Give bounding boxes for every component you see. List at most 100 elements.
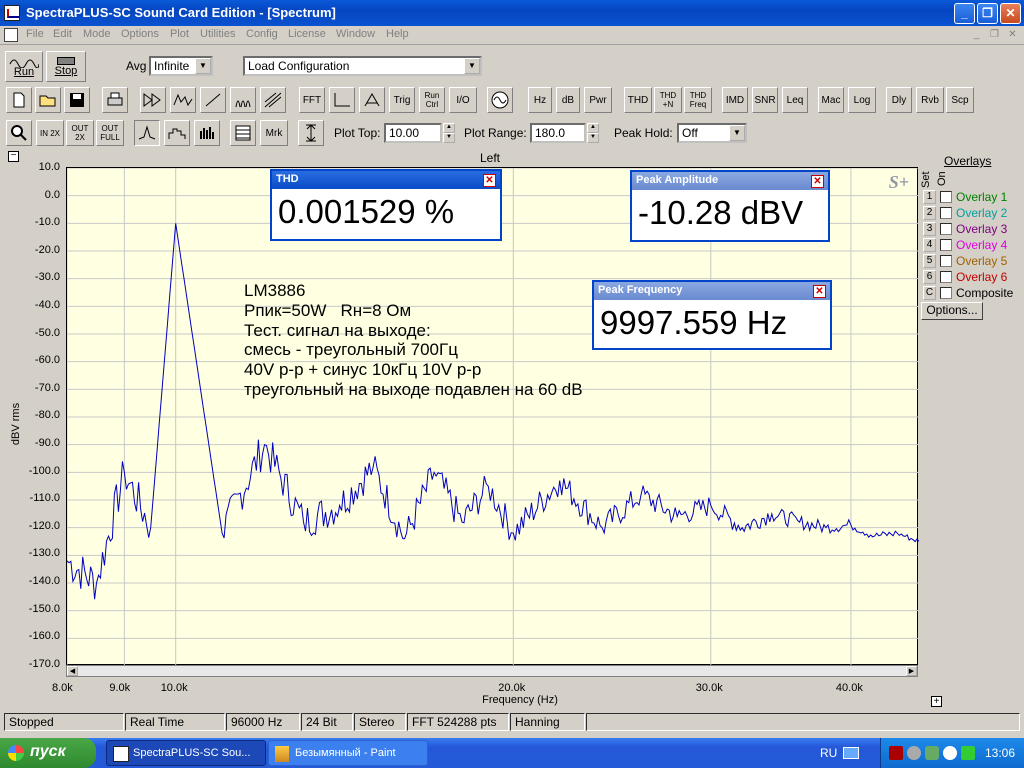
scp-button[interactable]: Scp: [946, 87, 974, 113]
task-spectraplus[interactable]: SpectraPLUS-SC Sou...: [106, 740, 266, 766]
dly-button[interactable]: Dly: [886, 87, 912, 113]
overlay-set-button[interactable]: 1: [923, 190, 936, 204]
hz-button[interactable]: Hz: [528, 87, 552, 113]
app-icon[interactable]: [4, 5, 20, 21]
peak-hold-select[interactable]: Off ▼: [677, 123, 747, 143]
spin-down-icon[interactable]: ▼: [443, 133, 455, 143]
menu-file[interactable]: File: [26, 28, 44, 40]
maximize-button[interactable]: ❐: [977, 3, 998, 24]
generator-button[interactable]: [487, 87, 513, 113]
scroll-right-icon[interactable]: ▶: [906, 666, 917, 676]
spin-up-icon[interactable]: ▲: [587, 123, 599, 133]
overlay-set-button[interactable]: 3: [923, 222, 936, 236]
new-button[interactable]: [6, 87, 32, 113]
minimize-button[interactable]: _: [954, 3, 975, 24]
spin-down-icon[interactable]: ▼: [587, 133, 599, 143]
task-paint[interactable]: Безымянный - Paint: [268, 740, 428, 766]
plot-range-input[interactable]: 180.0: [530, 123, 586, 143]
overlay-checkbox[interactable]: [940, 191, 952, 203]
zoom-in-2x-button[interactable]: IN 2X: [36, 120, 64, 146]
spin-up-icon[interactable]: ▲: [443, 123, 455, 133]
menu-window[interactable]: Window: [336, 28, 375, 40]
menu-license[interactable]: License: [288, 28, 326, 40]
overlay-checkbox[interactable]: [940, 255, 952, 267]
mac-button[interactable]: Mac: [818, 87, 844, 113]
snr-button[interactable]: SNR: [752, 87, 778, 113]
spectrogram-button[interactable]: [260, 87, 286, 113]
overlay-checkbox[interactable]: [940, 207, 952, 219]
overlay-set-button[interactable]: 6: [923, 270, 936, 284]
axis-button[interactable]: [329, 87, 355, 113]
leq-button[interactable]: Leq: [782, 87, 808, 113]
chevron-down-icon[interactable]: ▼: [464, 58, 480, 74]
menu-options[interactable]: Options: [121, 28, 159, 40]
menu-plot[interactable]: Plot: [170, 28, 189, 40]
horizontal-scrollbar[interactable]: ◀ ▶: [66, 665, 918, 677]
thd-freq-button[interactable]: THD Freq: [684, 87, 712, 113]
menu-utilities[interactable]: Utilities: [200, 28, 235, 40]
imd-button[interactable]: IMD: [722, 87, 748, 113]
chevron-down-icon[interactable]: ▼: [195, 58, 211, 74]
io-button[interactable]: I/O: [449, 87, 477, 113]
overlay-checkbox[interactable]: [940, 239, 952, 251]
tray-volume-icon[interactable]: [943, 746, 957, 760]
phase-button[interactable]: [359, 87, 385, 113]
mrk-button[interactable]: Mrk: [260, 120, 288, 146]
pwr-button[interactable]: Pwr: [584, 87, 612, 113]
keyboard-icon[interactable]: [843, 747, 859, 759]
avg-select[interactable]: Infinite ▼: [149, 56, 213, 76]
line-plot-button[interactable]: [134, 120, 160, 146]
thd-readout[interactable]: THD ✕ 0.001529 %: [270, 169, 502, 241]
bar-plot-button[interactable]: [194, 120, 220, 146]
language-indicator[interactable]: RU: [820, 746, 837, 760]
overlay-checkbox[interactable]: [940, 271, 952, 283]
menu-edit[interactable]: Edit: [53, 28, 72, 40]
overlay-set-button[interactable]: C: [923, 286, 936, 300]
mdi-restore-button[interactable]: ❐: [988, 29, 1001, 41]
thd-button[interactable]: THD: [624, 87, 652, 113]
log-button[interactable]: Log: [848, 87, 876, 113]
mdi-close-button[interactable]: ✕: [1006, 29, 1019, 41]
open-button[interactable]: [35, 87, 61, 113]
zoom-out-2x-button[interactable]: OUT 2X: [66, 120, 94, 146]
overlay-checkbox[interactable]: [940, 287, 952, 299]
mdi-minimize-button[interactable]: _: [970, 29, 983, 41]
octave-plot-button[interactable]: [164, 120, 190, 146]
peak-frequency-readout[interactable]: Peak Frequency ✕ 9997.559 Hz: [592, 280, 832, 350]
rvb-button[interactable]: Rvb: [916, 87, 944, 113]
overlay-set-button[interactable]: 4: [923, 238, 936, 252]
close-icon[interactable]: ✕: [813, 285, 826, 298]
fft-button[interactable]: FFT: [299, 87, 325, 113]
doc-icon[interactable]: [4, 28, 18, 42]
run-button[interactable]: Run: [5, 51, 43, 82]
overlay-set-button[interactable]: 2: [923, 206, 936, 220]
stop-button[interactable]: Stop: [46, 51, 86, 82]
waterfall-button[interactable]: [230, 87, 256, 113]
autoscale-button[interactable]: [298, 120, 324, 146]
thd-n-button[interactable]: THD +N: [654, 87, 682, 113]
trig-button[interactable]: Trig: [389, 87, 415, 113]
close-button[interactable]: ✕: [1000, 3, 1021, 24]
save-button[interactable]: [64, 87, 90, 113]
chevron-down-icon[interactable]: ▼: [729, 125, 745, 141]
overlay-set-button[interactable]: 5: [923, 254, 936, 268]
slope-button[interactable]: [200, 87, 226, 113]
plot-top-input[interactable]: 10.00: [384, 123, 442, 143]
menu-help[interactable]: Help: [386, 28, 409, 40]
options-button[interactable]: Options...: [921, 302, 983, 320]
zoom-out-full-button[interactable]: OUT FULL: [96, 120, 124, 146]
menu-mode[interactable]: Mode: [83, 28, 111, 40]
tray-network-icon[interactable]: [907, 746, 921, 760]
table-button[interactable]: [230, 120, 256, 146]
close-icon[interactable]: ✕: [483, 174, 496, 187]
db-button[interactable]: dB: [556, 87, 580, 113]
tray-usb-icon[interactable]: [961, 746, 975, 760]
config-select[interactable]: Load Configuration ▼: [243, 56, 482, 76]
scroll-left-icon[interactable]: ◀: [67, 666, 78, 676]
print-button[interactable]: [102, 87, 128, 113]
collapse-icon[interactable]: −: [8, 151, 19, 162]
close-icon[interactable]: ✕: [811, 175, 824, 188]
overlay-checkbox[interactable]: [940, 223, 952, 235]
run-ctrl-button[interactable]: Run Ctrl: [419, 87, 445, 113]
fast-forward-button[interactable]: [140, 87, 166, 113]
